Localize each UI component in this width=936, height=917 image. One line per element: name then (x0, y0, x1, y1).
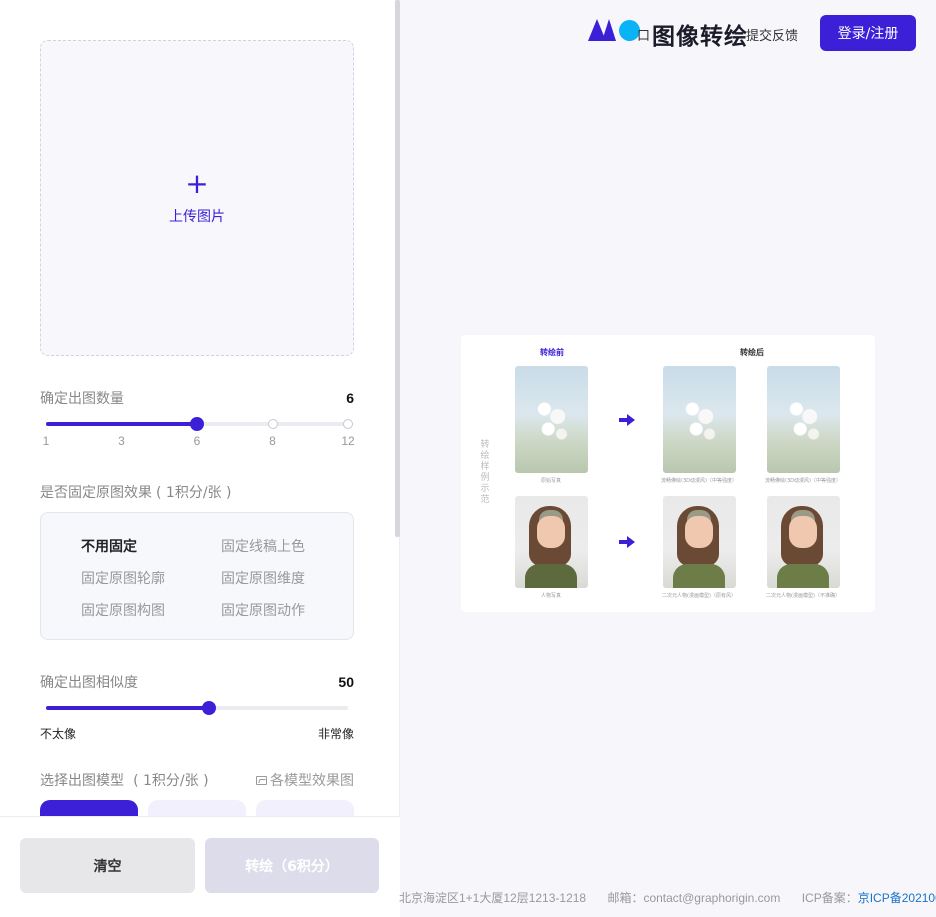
action-bar: 清空 转绘（6积分） (0, 816, 400, 917)
count-step-dot[interactable] (267, 419, 278, 429)
fix-effect-header: 是否固定原图效果 ( 1积分/张 ) (40, 482, 354, 502)
count-slider-thumb[interactable] (190, 417, 204, 431)
option-lineart-color[interactable]: 固定线稿上色 (221, 536, 305, 556)
model-card-3[interactable] (256, 800, 354, 816)
footer-icp-link[interactable]: 京ICP备2021000 (858, 891, 936, 905)
caption-flower-result-2: 流畅佛绘(3D动漫风)（中等强度） (765, 478, 841, 484)
similarity-value: 50 (338, 674, 354, 690)
caption-girl-original: 人物写真 (540, 593, 562, 599)
similarity-header: 确定出图相似度 50 (40, 672, 354, 692)
option-outline[interactable]: 固定原图轮廓 (81, 568, 165, 588)
count-title: 确定出图数量 (40, 391, 124, 407)
arrow-right-icon (619, 536, 635, 548)
footer-address: 北京海淀区1+1大厦12层1213-1218 (399, 891, 587, 905)
count-header: 确定出图数量 6 (40, 388, 354, 408)
after-label: 转绘后 (740, 348, 764, 357)
fix-effect-options: 不用固定 固定线稿上色 固定原图轮廓 固定原图维度 固定原图构图 固定原图动作 (40, 512, 354, 640)
caption-girl-result-1: 二次元人物(漫画模型)（原有风） (662, 593, 736, 599)
option-pose[interactable]: 固定原图动作 (221, 600, 305, 620)
example-girl-result-1 (663, 496, 736, 588)
nav-item-partial[interactable]: 口 (637, 25, 650, 44)
similarity-max-label: 非常像 (318, 727, 355, 741)
count-tick-label: 6 (193, 434, 201, 448)
clear-button[interactable]: 清空 (20, 838, 195, 893)
fix-effect-title: 是否固定原图效果 (40, 485, 152, 501)
plus-icon: + (185, 167, 209, 200)
count-slider[interactable] (46, 417, 353, 431)
model-card-2[interactable] (148, 800, 246, 816)
model-card-1[interactable] (40, 800, 138, 816)
count-step-dot[interactable] (343, 419, 353, 429)
count-tick-label: 1 (42, 434, 50, 448)
footer-icp-label: ICP备案： (801, 891, 858, 905)
model-effects-link[interactable]: 各模型效果图 (256, 770, 354, 790)
example-flower-original (515, 366, 588, 473)
model-title-wrap: 选择出图模型 ( 1积分/张 ) (40, 770, 209, 790)
count-tick-label: 8 (269, 434, 276, 448)
example-card: 转绘前 转绘后 转绘样例示范 原始写真 流畅佛绘(3D动漫风)（中等强度） 流畅… (461, 335, 875, 612)
panel-scrollbar[interactable] (395, 0, 400, 537)
count-value: 6 (346, 390, 354, 406)
similarity-min-label: 不太像 (40, 727, 77, 741)
example-girl-original (515, 496, 588, 588)
count-tick-label: 3 (118, 434, 125, 448)
option-no-fix[interactable]: 不用固定 (81, 536, 137, 556)
image-icon (256, 775, 267, 785)
model-cost: ( 1积分/张 ) (133, 773, 209, 789)
footer: 北京海淀区1+1大厦12层1213-1218 邮箱：contact@grapho… (399, 889, 936, 906)
example-side-label: 转绘样例示范 (480, 440, 490, 505)
model-title: 选择出图模型 (40, 773, 124, 789)
caption-flower-original: 原始写真 (540, 478, 562, 484)
similarity-slider[interactable] (46, 701, 348, 715)
login-button[interactable]: 登录/注册 (820, 15, 916, 51)
logo-mark-b (602, 19, 616, 41)
example-flower-result-2 (767, 366, 840, 473)
footer-email: 邮箱：contact@graphorigin.com (607, 891, 781, 905)
settings-panel: + 上传图片 确定出图数量 6 1 3 6 8 12 是否固定原图效果 ( 1积分/张 … (0, 0, 400, 917)
similarity-slider-fill (46, 706, 210, 710)
example-girl-result-2 (767, 496, 840, 588)
similarity-title: 确定出图相似度 (40, 675, 138, 691)
logo[interactable] (588, 19, 640, 41)
caption-girl-result-2: 二次元人物(漫画模型)（不准确） (766, 593, 840, 599)
fix-effect-cost: ( 1积分/张 ) (156, 485, 232, 501)
upload-dropzone[interactable]: + 上传图片 (40, 40, 354, 356)
model-effects-label: 各模型效果图 (270, 773, 354, 789)
before-label: 转绘前 (540, 348, 564, 357)
convert-button[interactable]: 转绘（6积分） (205, 838, 379, 893)
feedback-link[interactable]: 提交反馈 (746, 25, 798, 44)
similarity-slider-thumb[interactable] (202, 701, 217, 715)
model-header: 选择出图模型 ( 1积分/张 ) 各模型效果图 (40, 770, 354, 790)
app-title: 图像转绘 (652, 24, 748, 50)
option-dimension[interactable]: 固定原图维度 (221, 568, 305, 588)
option-composition[interactable]: 固定原图构图 (81, 600, 165, 620)
arrow-right-icon (619, 414, 635, 426)
count-slider-fill (46, 422, 197, 426)
upload-label: 上传图片 (169, 209, 225, 225)
example-flower-result-1 (663, 366, 736, 473)
caption-flower-result-1: 流畅佛绘(3D动漫风)（中等强度） (661, 478, 737, 484)
count-tick-label: 12 (341, 434, 355, 448)
